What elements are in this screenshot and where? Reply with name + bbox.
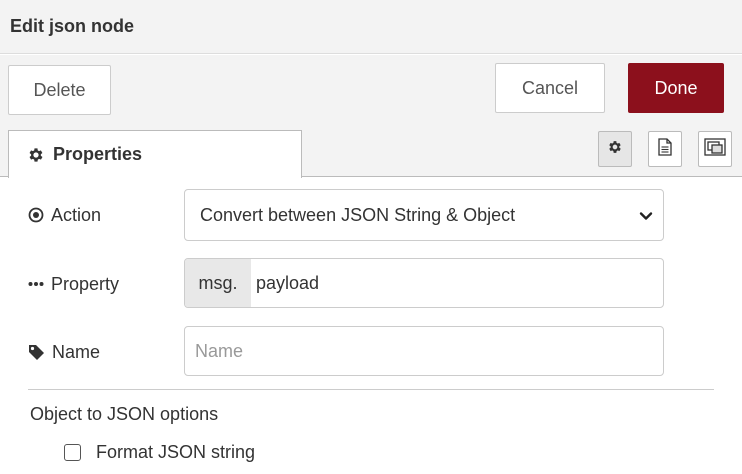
tray-header: Edit json node: [0, 0, 742, 54]
tray-toolbar: Delete Cancel Done: [0, 55, 742, 125]
tab-properties[interactable]: Properties: [8, 130, 302, 178]
appearance-icon: [704, 137, 726, 161]
name-row: Name: [0, 326, 742, 378]
tab-settings-button[interactable]: [598, 131, 632, 167]
options-section-title: Object to JSON options: [30, 404, 219, 424]
format-json-checkbox[interactable]: [64, 443, 81, 461]
property-value[interactable]: payload: [251, 273, 319, 294]
options-divider: [28, 389, 714, 390]
action-select-value: Convert between JSON String & Object: [200, 204, 516, 225]
format-json-option[interactable]: Format JSON string: [64, 439, 255, 465]
tab-description-button[interactable]: [648, 131, 682, 167]
property-type-prefix[interactable]: msg.: [185, 259, 251, 307]
chevron-down-icon: [639, 207, 653, 228]
action-label: Action: [28, 189, 101, 241]
property-label: Property: [28, 258, 119, 310]
format-json-label[interactable]: Format JSON string: [96, 442, 255, 463]
tab-properties-label: Properties: [53, 144, 143, 164]
gear-icon: [27, 146, 45, 164]
tab-bar: Properties: [0, 125, 742, 178]
cancel-button[interactable]: Cancel: [495, 63, 605, 113]
action-row: Action Convert between JSON String & Obj…: [0, 189, 742, 241]
done-button[interactable]: Done: [628, 63, 724, 113]
dot-circle-icon: [28, 207, 44, 223]
ellipsis-icon: [28, 281, 44, 287]
description-icon: [657, 137, 673, 161]
tab-appearance-button[interactable]: [698, 131, 732, 167]
name-label-text: Name: [52, 341, 101, 362]
property-typed-input[interactable]: msg. payload: [184, 258, 664, 308]
property-row: Property msg. payload: [0, 258, 742, 310]
property-label-text: Property: [51, 273, 120, 294]
gear-icon: [607, 139, 623, 160]
action-label-text: Action: [51, 204, 102, 225]
edit-node-tray: Edit json node Delete Cancel Done Proper…: [0, 0, 742, 474]
tray-title: Edit json node: [10, 16, 134, 36]
name-input[interactable]: [184, 326, 664, 376]
action-select[interactable]: Convert between JSON String & Object: [184, 189, 664, 241]
tag-icon: [28, 344, 45, 361]
delete-button[interactable]: Delete: [8, 65, 111, 115]
name-label: Name: [28, 326, 100, 378]
